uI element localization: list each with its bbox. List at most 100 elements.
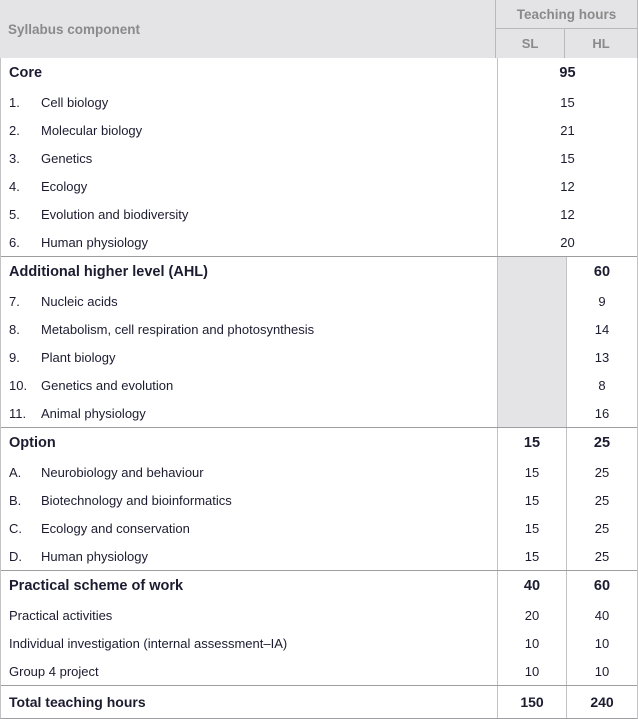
row-label: Human physiology [41,234,148,250]
row-label-cell: Group 4 project [1,657,498,685]
row-label-cell: B. Biotechnology and bioinformatics [1,486,498,514]
header-column-hl: HL [592,36,610,51]
total-value-sl: 150 [498,686,567,718]
row-value-sl [498,315,567,343]
table-section: Additional higher level (AHL) 60 7. Nucleic… [1,256,637,427]
row-value-sl [498,371,567,399]
table-row: 9. Plant biology 13 [1,343,637,371]
table-row: 2. Molecular biology 21 [1,116,637,144]
row-value-hl: 16 [594,405,610,421]
section-total-merged: 95 [559,65,576,81]
row-label-cell: 9. Plant biology [1,343,498,371]
row-index: 10. [9,377,28,393]
row-value-sl: 15 [498,514,567,542]
table-row: Practical activities 20 40 [1,601,637,629]
header-column-sl: SL [496,29,565,58]
table-section: Practical scheme of work 40 60 Practical ac… [1,570,637,685]
table-row: 10. Genetics and evolution 8 [1,371,637,399]
section-title-row: Core 95 [1,58,637,88]
row-value-sl: 10 [498,629,567,657]
row-value-hl: 25 [594,520,610,536]
row-label: Human physiology [41,548,148,564]
section-total-sl: 40 [498,571,567,601]
row-index: 4. [9,178,20,194]
table-row: A. Neurobiology and behaviour 15 25 [1,458,637,486]
table-row: B. Biotechnology and bioinformatics 15 25 [1,486,637,514]
table-row: Individual investigation (internal asses… [1,629,637,657]
row-label: Animal physiology [41,405,146,421]
row-label: Practical activities [9,607,113,623]
row-label: Biotechnology and bioinformatics [41,492,232,508]
row-index: 11. [9,405,27,421]
section-total-sl [498,257,567,287]
row-label-cell: Individual investigation (internal asses… [1,629,498,657]
row-label: Metabolism, cell respiration and photosy… [41,321,315,337]
row-label-cell: 6. Human physiology [1,228,498,256]
table-row: 8. Metabolism, cell respiration and photo… [1,315,637,343]
table-row: 6. Human physiology 20 [1,228,637,256]
row-label: Individual investigation (internal asses… [9,635,288,651]
row-index: 8. [9,321,20,337]
row-value-sl [498,399,567,427]
table-section: Core 95 1. Cell biology 15 2. Molecular biolog… [1,58,637,256]
row-label-cell: C. Ecology and conservation [1,514,498,542]
row-label: Option [9,435,56,451]
row-value-sl: 15 [498,542,567,570]
row-label-cell: 7. Nucleic acids [1,287,498,315]
row-label: Plant biology [41,349,116,365]
table-section: Option 15 25 A. Neurobiology and behaviour 15… [1,427,637,570]
row-label-cell: A. Neurobiology and behaviour [1,458,498,486]
syllabus-table: Syllabus component Teaching hours SL HL … [0,0,638,719]
row-index: D. [9,548,22,564]
row-index: 2. [9,122,20,138]
total-section: Total teaching hours 150 240 [1,685,637,718]
row-label: Additional higher level (AHL) [9,264,208,280]
row-value-hl: 13 [594,349,610,365]
row-label-cell: 2. Molecular biology [1,116,498,144]
row-label-cell: 4. Ecology [1,172,498,200]
table-body: Core 95 1. Cell biology 15 2. Molecular biolog… [0,58,638,719]
row-label: Group 4 project [9,663,99,679]
row-value-hl: 25 [594,464,610,480]
total-value-hl: 240 [590,694,614,710]
table-row: 1. Cell biology 15 [1,88,637,116]
section-title-row: Practical scheme of work 40 60 [1,571,637,601]
row-index: C. [9,520,22,536]
row-value-hl: 40 [594,607,610,623]
row-label: Neurobiology and behaviour [41,464,204,480]
table-row: 5. Evolution and biodiversity 12 [1,200,637,228]
row-value-hl: 8 [598,377,606,393]
header-syllabus-component: Syllabus component [0,0,496,58]
section-title: Option [1,428,498,458]
section-total-sl: 15 [498,428,567,458]
table-header: Syllabus component Teaching hours SL HL [0,0,638,58]
row-label: Practical scheme of work [9,578,184,594]
table-row: D. Human physiology 15 25 [1,542,637,570]
header-level-subcolumns: SL HL [496,29,637,58]
row-value-hl: 10 [594,663,610,679]
table-row: 11. Animal physiology 16 [1,399,637,427]
row-value-hl: 9 [598,293,606,309]
section-title: Practical scheme of work [1,571,498,601]
row-label-cell: 8. Metabolism, cell respiration and photo… [1,315,498,343]
row-value-sl: 10 [498,657,567,685]
row-index: 3. [9,150,20,166]
row-index: B. [9,492,22,508]
row-value-sl [498,343,567,371]
row-label-cell: 5. Evolution and biodiversity [1,200,498,228]
table-row: 3. Genetics 15 [1,144,637,172]
row-index: 1. [9,94,20,110]
table-row: 4. Ecology 12 [1,172,637,200]
row-index: 9. [9,349,20,365]
row-value-hl: 10 [594,635,610,651]
header-teaching-hours: Teaching hours [496,0,637,29]
row-index: A. [9,464,22,480]
row-label: Genetics and evolution [41,377,174,393]
total-row: Total teaching hours 150 240 [1,686,637,718]
row-label-cell: 3. Genetics [1,144,498,172]
row-value-merged: 21 [560,122,575,138]
table-row: Group 4 project 10 10 [1,657,637,685]
section-title-row: Additional higher level (AHL) 60 [1,257,637,287]
row-label-cell: 11. Animal physiology [1,399,498,427]
table-row: 7. Nucleic acids 9 [1,287,637,315]
